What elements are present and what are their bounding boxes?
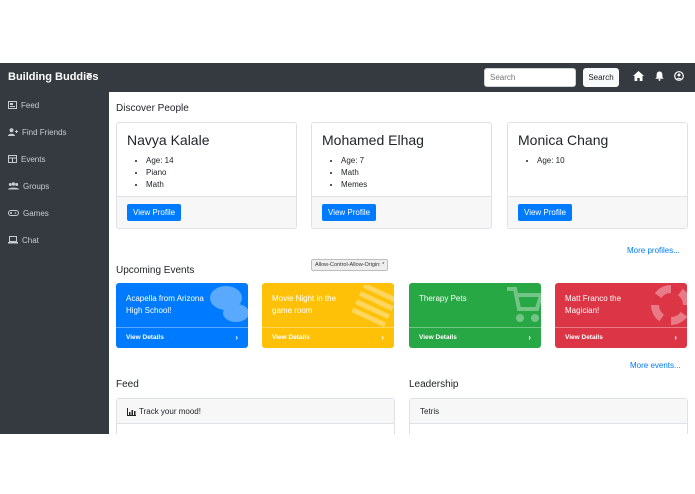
view-details-link[interactable]: View Details: [126, 334, 164, 341]
sidebar-item-label: Chat: [22, 235, 39, 245]
person-card: Monica Chang Age: 10 View Profile: [507, 122, 688, 229]
event-card-footer: View Details ›: [555, 327, 687, 348]
main-content: Discover People Navya Kalale Age: 14 Pia…: [109, 92, 695, 434]
person-detail: Math: [341, 167, 367, 179]
shopping-cart-icon: [507, 287, 541, 322]
sidebar-item-label: Events: [21, 154, 46, 164]
laptop-icon: [8, 236, 18, 244]
menu-icon[interactable]: ≡: [86, 70, 92, 82]
sidebar-item-feed[interactable]: Feed: [8, 98, 39, 112]
leadership-card-header: Tetris: [410, 399, 687, 424]
person-card-footer: View Profile: [508, 196, 687, 228]
sidebar-item-chat[interactable]: Chat: [8, 233, 39, 247]
calendar-icon: [8, 155, 17, 163]
home-icon[interactable]: [633, 71, 645, 83]
person-details: Age: 10: [528, 155, 565, 167]
chart-icon: [127, 407, 136, 416]
person-name: Monica Chang: [518, 132, 609, 148]
person-detail: Piano: [146, 167, 174, 179]
sidebar: Feed Find Friends Events Groups Games Ch…: [0, 92, 109, 434]
sidebar-item-find-friends[interactable]: Find Friends: [8, 125, 66, 139]
person-card-footer: View Profile: [312, 196, 491, 228]
event-card[interactable]: Movie Night in the game room View Detail…: [262, 283, 394, 348]
speech-bubbles-icon: [210, 286, 248, 322]
view-profile-button[interactable]: View Profile: [127, 204, 182, 221]
sidebar-item-games[interactable]: Games: [8, 206, 49, 220]
person-detail: Age: 7: [341, 155, 367, 167]
event-title: Movie Night in the game room: [272, 294, 337, 315]
feed-card: Track your mood!: [116, 398, 395, 434]
person-detail: Age: 14: [146, 155, 174, 167]
person-card: Mohamed Elhag Age: 7 Math Memes View Pro…: [311, 122, 492, 229]
top-navbar: Building Buddies ≡ Search: [0, 63, 695, 92]
feed-card-header: Track your mood!: [117, 399, 394, 424]
chevron-right-icon: ›: [381, 333, 384, 342]
event-card[interactable]: Matt Franco the Magician! View Details ›: [555, 283, 687, 348]
gamepad-icon: [8, 210, 19, 216]
sidebar-item-groups[interactable]: Groups: [8, 179, 49, 193]
event-card-footer: View Details ›: [262, 327, 394, 348]
person-detail: Math: [146, 179, 174, 191]
view-details-link[interactable]: View Details: [419, 334, 457, 341]
chevron-right-icon: ›: [674, 333, 677, 342]
event-card[interactable]: Acapella from Arizona High School! View …: [116, 283, 248, 348]
chevron-right-icon: ›: [235, 333, 238, 342]
sidebar-item-label: Groups: [23, 181, 50, 191]
person-card-footer: View Profile: [117, 196, 296, 228]
section-title-leadership: Leadership: [409, 379, 459, 390]
view-profile-button[interactable]: View Profile: [322, 204, 377, 221]
event-card[interactable]: Therapy Pets View Details ›: [409, 283, 541, 348]
sidebar-item-events[interactable]: Events: [8, 152, 45, 166]
person-name: Navya Kalale: [127, 132, 210, 148]
chevron-right-icon: ›: [528, 333, 531, 342]
leadership-card-title: Tetris: [420, 407, 440, 416]
person-name: Mohamed Elhag: [322, 132, 424, 148]
person-card: Navya Kalale Age: 14 Piano Math View Pro…: [116, 122, 297, 229]
view-details-link[interactable]: View Details: [565, 334, 603, 341]
section-title-discover: Discover People: [116, 103, 189, 114]
leadership-card: Tetris: [409, 398, 688, 434]
users-icon: [8, 182, 19, 190]
more-profiles-link[interactable]: More profiles...: [627, 246, 680, 255]
tooltip: Allow-Control-Allow-Origin: *: [311, 259, 389, 271]
film-strip-icon: [352, 285, 394, 327]
section-title-events: Upcoming Events: [116, 265, 195, 276]
user-icon[interactable]: [674, 71, 686, 83]
view-details-link[interactable]: View Details: [272, 334, 310, 341]
view-profile-button[interactable]: View Profile: [518, 204, 573, 221]
sidebar-item-label: Games: [23, 208, 49, 218]
person-details: Age: 7 Math Memes: [332, 155, 367, 191]
person-detail: Age: 10: [537, 155, 565, 167]
person-detail: Memes: [341, 179, 367, 191]
sidebar-item-label: Feed: [21, 100, 40, 110]
section-title-feed: Feed: [116, 379, 139, 390]
event-card-footer: View Details ›: [116, 327, 248, 348]
feed-card-title: Track your mood!: [139, 407, 201, 416]
event-card-footer: View Details ›: [409, 327, 541, 348]
feed-icon: [8, 101, 17, 109]
search-input[interactable]: [484, 68, 576, 87]
user-plus-icon: [8, 128, 18, 136]
event-title: Acapella from Arizona High School!: [126, 294, 204, 315]
brand-title[interactable]: Building Buddies: [8, 71, 98, 83]
event-title: Matt Franco the Magician!: [565, 294, 622, 315]
search-button[interactable]: Search: [583, 68, 619, 87]
sidebar-item-label: Find Friends: [22, 127, 67, 137]
life-ring-icon: [651, 285, 687, 325]
more-events-link[interactable]: More events...: [630, 361, 681, 370]
event-title: Therapy Pets: [419, 294, 467, 303]
person-details: Age: 14 Piano Math: [137, 155, 174, 191]
bell-icon[interactable]: [655, 71, 667, 83]
